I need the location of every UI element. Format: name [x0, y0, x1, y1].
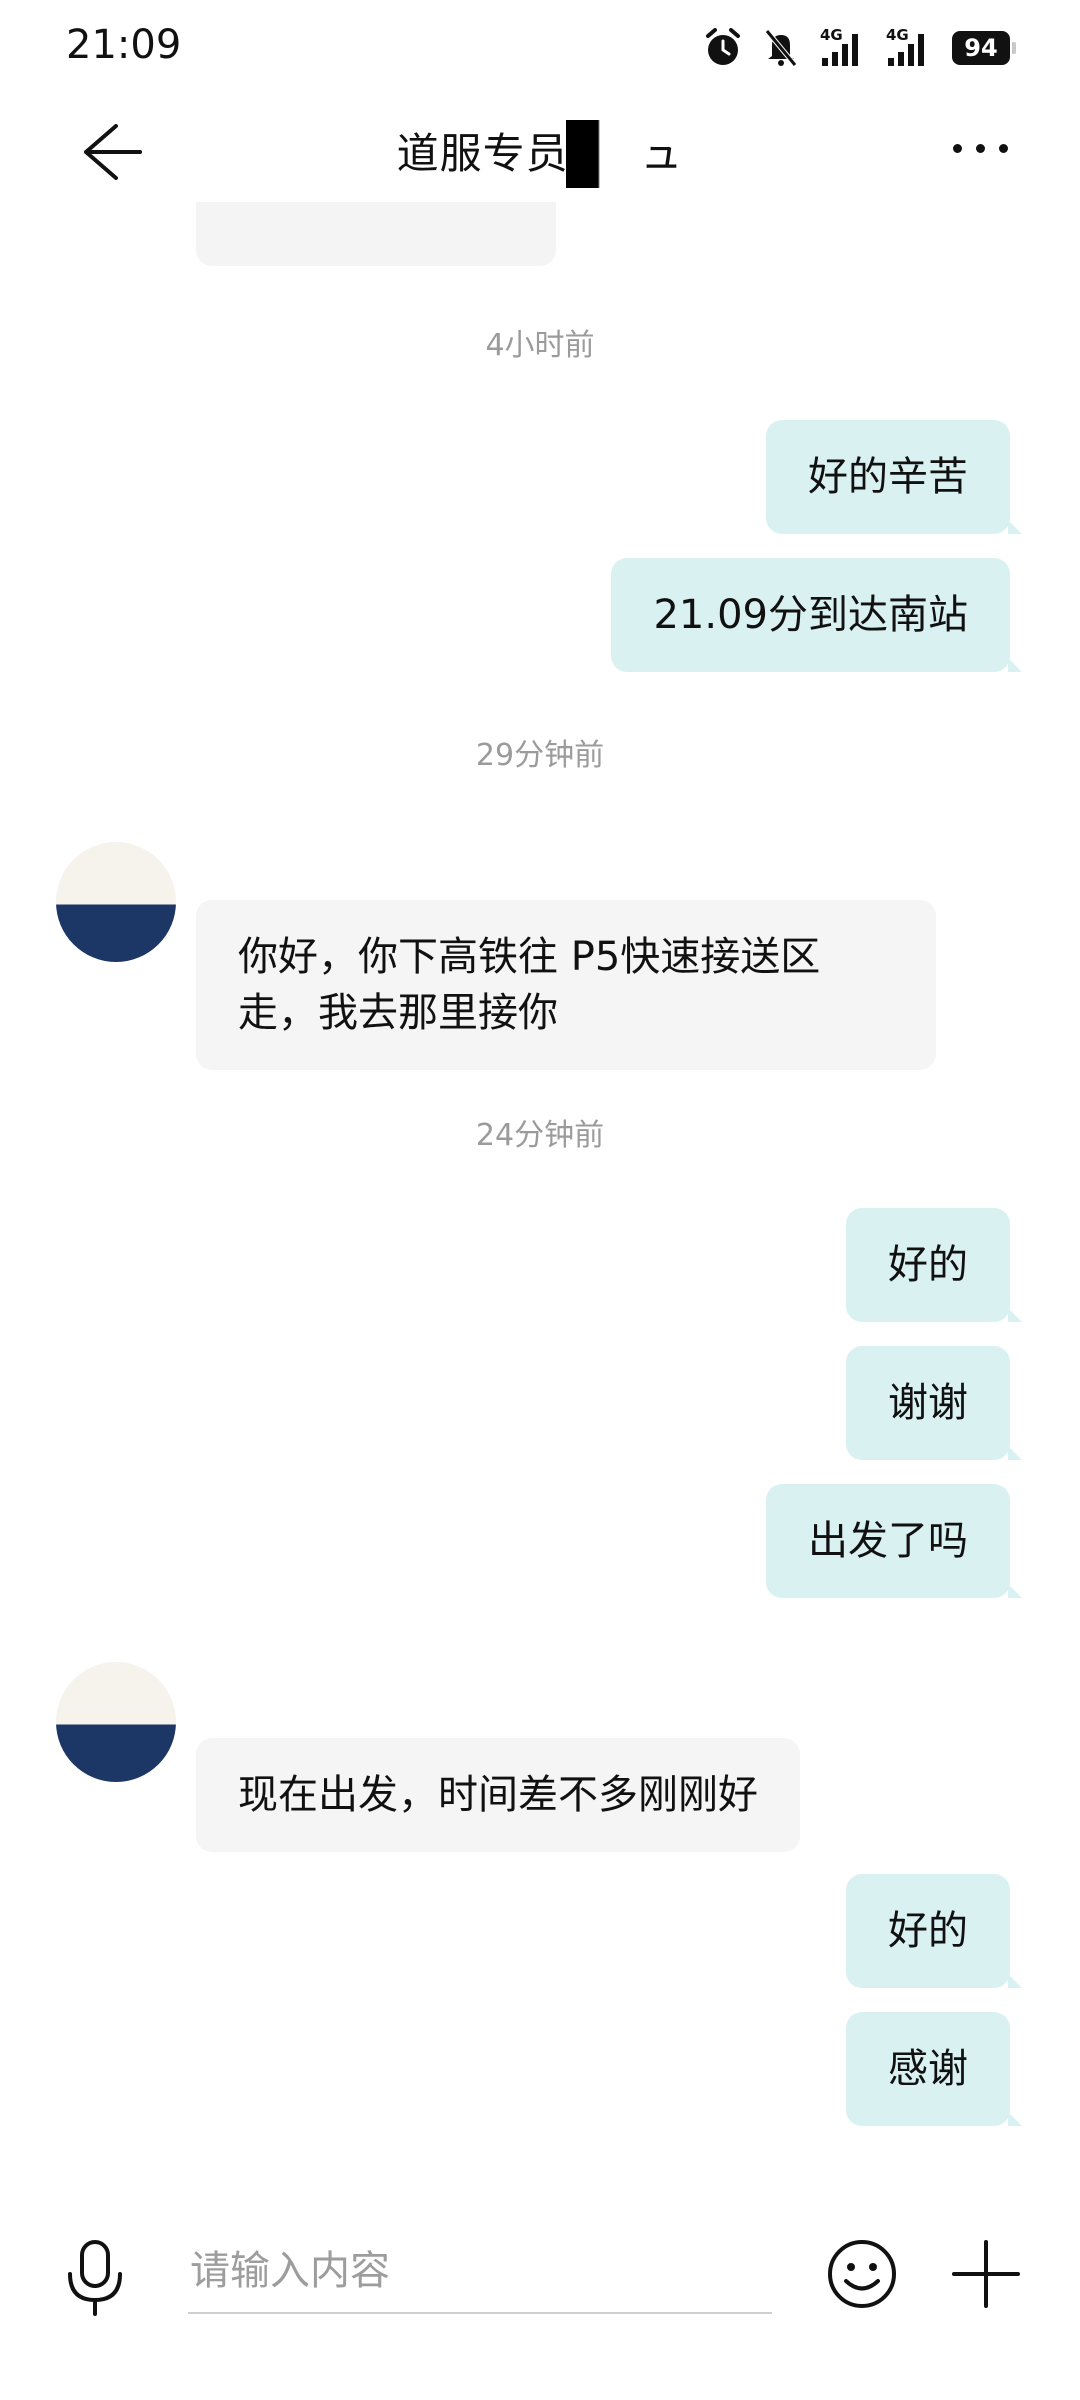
outgoing-message[interactable]: 好的辛苦 [766, 420, 1022, 534]
message-input[interactable] [188, 2230, 772, 2314]
chat-message-list[interactable]: 4小时前 好的辛苦 21.09分到达南站 29分钟前 你好，你下高铁往 P5快速… [0, 202, 1080, 2202]
signal-2: 4G [886, 26, 930, 68]
more-dot [975, 143, 985, 153]
status-icons: 4G 4G 94 [704, 24, 1016, 72]
signal-1: 4G [820, 26, 864, 68]
contact-avatar[interactable] [56, 842, 176, 962]
chat-title: 道服专员 钅 ュ [396, 129, 684, 178]
message-input-bar [0, 2200, 1080, 2400]
battery-icon: 94 [952, 31, 1016, 65]
more-icon[interactable] [940, 130, 1020, 166]
emoji-icon[interactable] [826, 2238, 898, 2310]
incoming-message[interactable]: 你好，你下高铁往 P5快速接送区走，我去那里接你 [196, 900, 936, 1070]
chat-header: 道服专员 钅 ュ [0, 92, 1080, 202]
status-time: 21:09 [66, 22, 182, 68]
outgoing-message[interactable]: 好的 [846, 1874, 1022, 1988]
outgoing-message[interactable]: 感谢 [846, 2012, 1022, 2126]
timestamp-separator: 24分钟前 [475, 1118, 605, 1153]
contact-avatar[interactable] [56, 1662, 176, 1782]
signal-icon [822, 34, 858, 66]
previous-message-bubble [196, 202, 556, 266]
outgoing-message[interactable]: 谢谢 [846, 1346, 1022, 1460]
timestamp-separator: 29分钟前 [475, 738, 605, 773]
incoming-message[interactable]: 现在出发，时间差不多刚刚好 [196, 1738, 800, 1852]
redaction-mask [566, 120, 636, 188]
more-dot [998, 143, 1008, 153]
status-bar: 21:09 4G 4G 94 [0, 0, 1080, 92]
timestamp-separator: 4小时前 [485, 328, 595, 363]
signal-icon [888, 34, 924, 66]
mute-icon [765, 29, 797, 67]
microphone-icon[interactable] [62, 2238, 128, 2318]
more-dot [952, 143, 962, 153]
outgoing-message[interactable]: 出发了吗 [766, 1484, 1022, 1598]
outgoing-message[interactable]: 好的 [846, 1208, 1022, 1322]
outgoing-message[interactable]: 21.09分到达南站 [611, 558, 1022, 672]
plus-icon[interactable] [950, 2238, 1022, 2310]
alarm-icon [706, 28, 740, 65]
